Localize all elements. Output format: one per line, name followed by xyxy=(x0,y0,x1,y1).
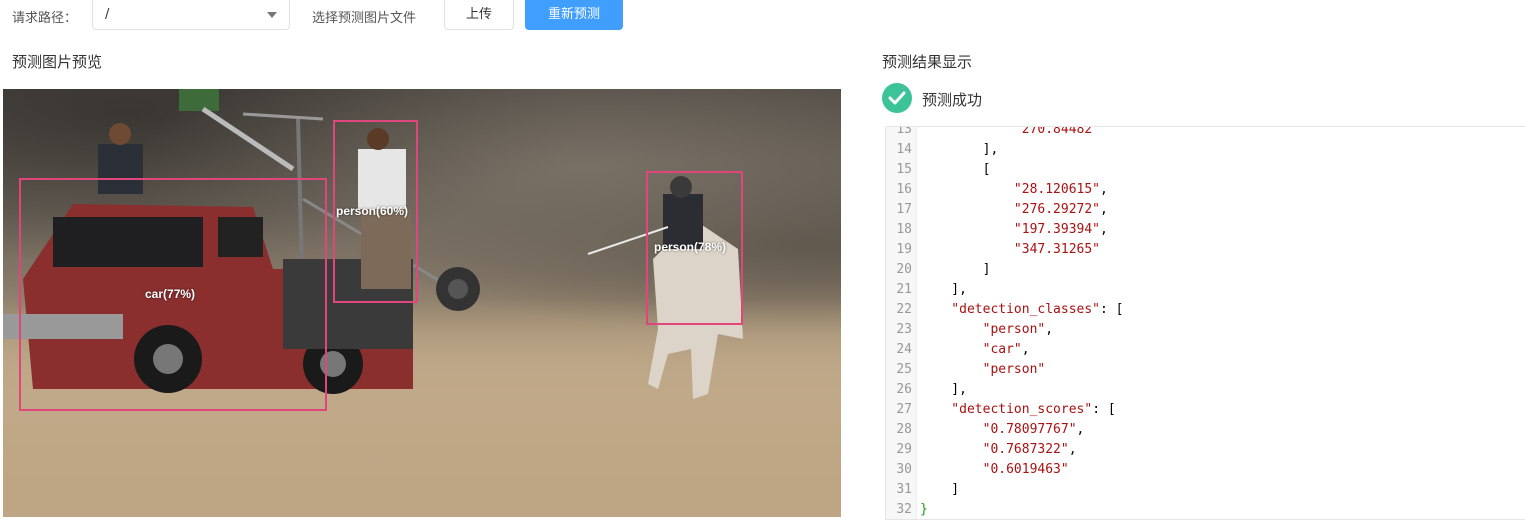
line-number: 23 xyxy=(896,322,912,337)
code-line: 15 [ xyxy=(886,160,1525,180)
code-line: 22 "detection_classes": [ xyxy=(886,300,1525,320)
line-number: 26 xyxy=(896,382,912,397)
code-line-content: "197.39394", xyxy=(920,222,1108,237)
code-line: 13 "270.84482" xyxy=(886,126,1525,140)
code-line-content: "347.31265" xyxy=(920,242,1101,257)
result-title: 预测结果显示 xyxy=(882,53,973,71)
line-number: 14 xyxy=(896,142,912,157)
code-line: 30 "0.6019463" xyxy=(886,460,1525,480)
line-number: 13 xyxy=(896,126,912,137)
code-line: 27 "detection_scores": [ xyxy=(886,400,1525,420)
line-number: 24 xyxy=(896,342,912,357)
code-line: 23 "person", xyxy=(886,320,1525,340)
detection-label-person-60: person(60%) xyxy=(336,204,409,218)
line-number: 28 xyxy=(896,422,912,437)
code-line-content: "0.7687322", xyxy=(920,442,1077,457)
code-line: 14 ], xyxy=(886,140,1525,160)
code-line: 32} xyxy=(886,500,1525,519)
code-line: 29 "0.7687322", xyxy=(886,440,1525,460)
code-line: 28 "0.78097767", xyxy=(886,420,1525,440)
code-line: 25 "person" xyxy=(886,360,1525,380)
code-lines: 13 "270.84482" 14 ], 15 [16 "28.120615", 17… xyxy=(886,126,1525,519)
upload-button[interactable]: 上传 xyxy=(444,0,514,30)
code-line-content: "28.120615", xyxy=(920,182,1108,197)
line-number: 20 xyxy=(896,262,912,277)
detection-label-car-77: car(77%) xyxy=(145,287,196,301)
code-line-content: "person" xyxy=(920,362,1046,377)
code-line: 26 ], xyxy=(886,380,1525,400)
line-number: 25 xyxy=(896,362,912,377)
code-line-content: "270.84482" xyxy=(920,126,1101,137)
code-line-content: "0.78097767", xyxy=(920,422,1085,437)
line-number: 22 xyxy=(896,302,912,317)
file-select-label[interactable]: 选择预测图片文件 xyxy=(312,7,416,26)
line-number: 29 xyxy=(896,442,912,457)
code-line-content: "0.6019463" xyxy=(920,462,1069,477)
code-line: 21 ], xyxy=(886,280,1525,300)
code-line: 16 "28.120615", xyxy=(886,180,1525,200)
line-number: 16 xyxy=(896,182,912,197)
code-line: 19 "347.31265" xyxy=(886,240,1525,260)
code-line-content: ], xyxy=(920,382,967,397)
code-line: 31 ] xyxy=(886,480,1525,500)
code-line: 20 ] xyxy=(886,260,1525,280)
code-line-content: ], xyxy=(920,282,967,297)
code-line-content: "car", xyxy=(920,342,1030,357)
line-number: 21 xyxy=(896,282,912,297)
code-line-content: "detection_scores": [ xyxy=(920,402,1116,417)
line-number: 18 xyxy=(896,222,912,237)
path-select-value: / xyxy=(105,7,110,22)
code-line-content: "276.29272", xyxy=(920,202,1108,217)
line-number: 15 xyxy=(896,162,912,177)
code-line-content: ] xyxy=(920,262,991,277)
code-line: 18 "197.39394", xyxy=(886,220,1525,240)
check-circle-icon xyxy=(882,83,912,113)
path-select[interactable]: / xyxy=(92,0,290,30)
line-number: 32 xyxy=(896,502,912,517)
line-number: 19 xyxy=(896,242,912,257)
preview-image: person(60%) car(77%) person(78%) xyxy=(3,89,841,517)
chevron-down-icon[interactable] xyxy=(267,12,277,18)
repredict-button[interactable]: 重新预测 xyxy=(525,0,623,30)
line-number: 30 xyxy=(896,462,912,477)
line-number: 31 xyxy=(896,482,912,497)
code-line-content: "detection_classes": [ xyxy=(920,302,1124,317)
code-line: 17 "276.29272", xyxy=(886,200,1525,220)
code-line-content: } xyxy=(920,502,928,517)
code-line-content: ], xyxy=(920,142,999,157)
code-line-content: [ xyxy=(920,162,991,177)
path-label: 请求路径： xyxy=(12,11,78,26)
json-result-viewer[interactable]: 13 "270.84482" 14 ], 15 [16 "28.120615", 17… xyxy=(885,126,1525,520)
code-line-content: ] xyxy=(920,482,960,497)
code-line-content: "person", xyxy=(920,322,1054,337)
line-number: 17 xyxy=(896,202,912,217)
code-line: 24 "car", xyxy=(886,340,1525,360)
detection-label-person-78: person(78%) xyxy=(654,240,727,254)
line-number: 27 xyxy=(896,402,912,417)
status-text: 预测成功 xyxy=(922,91,983,109)
preview-title: 预测图片预览 xyxy=(12,53,103,71)
